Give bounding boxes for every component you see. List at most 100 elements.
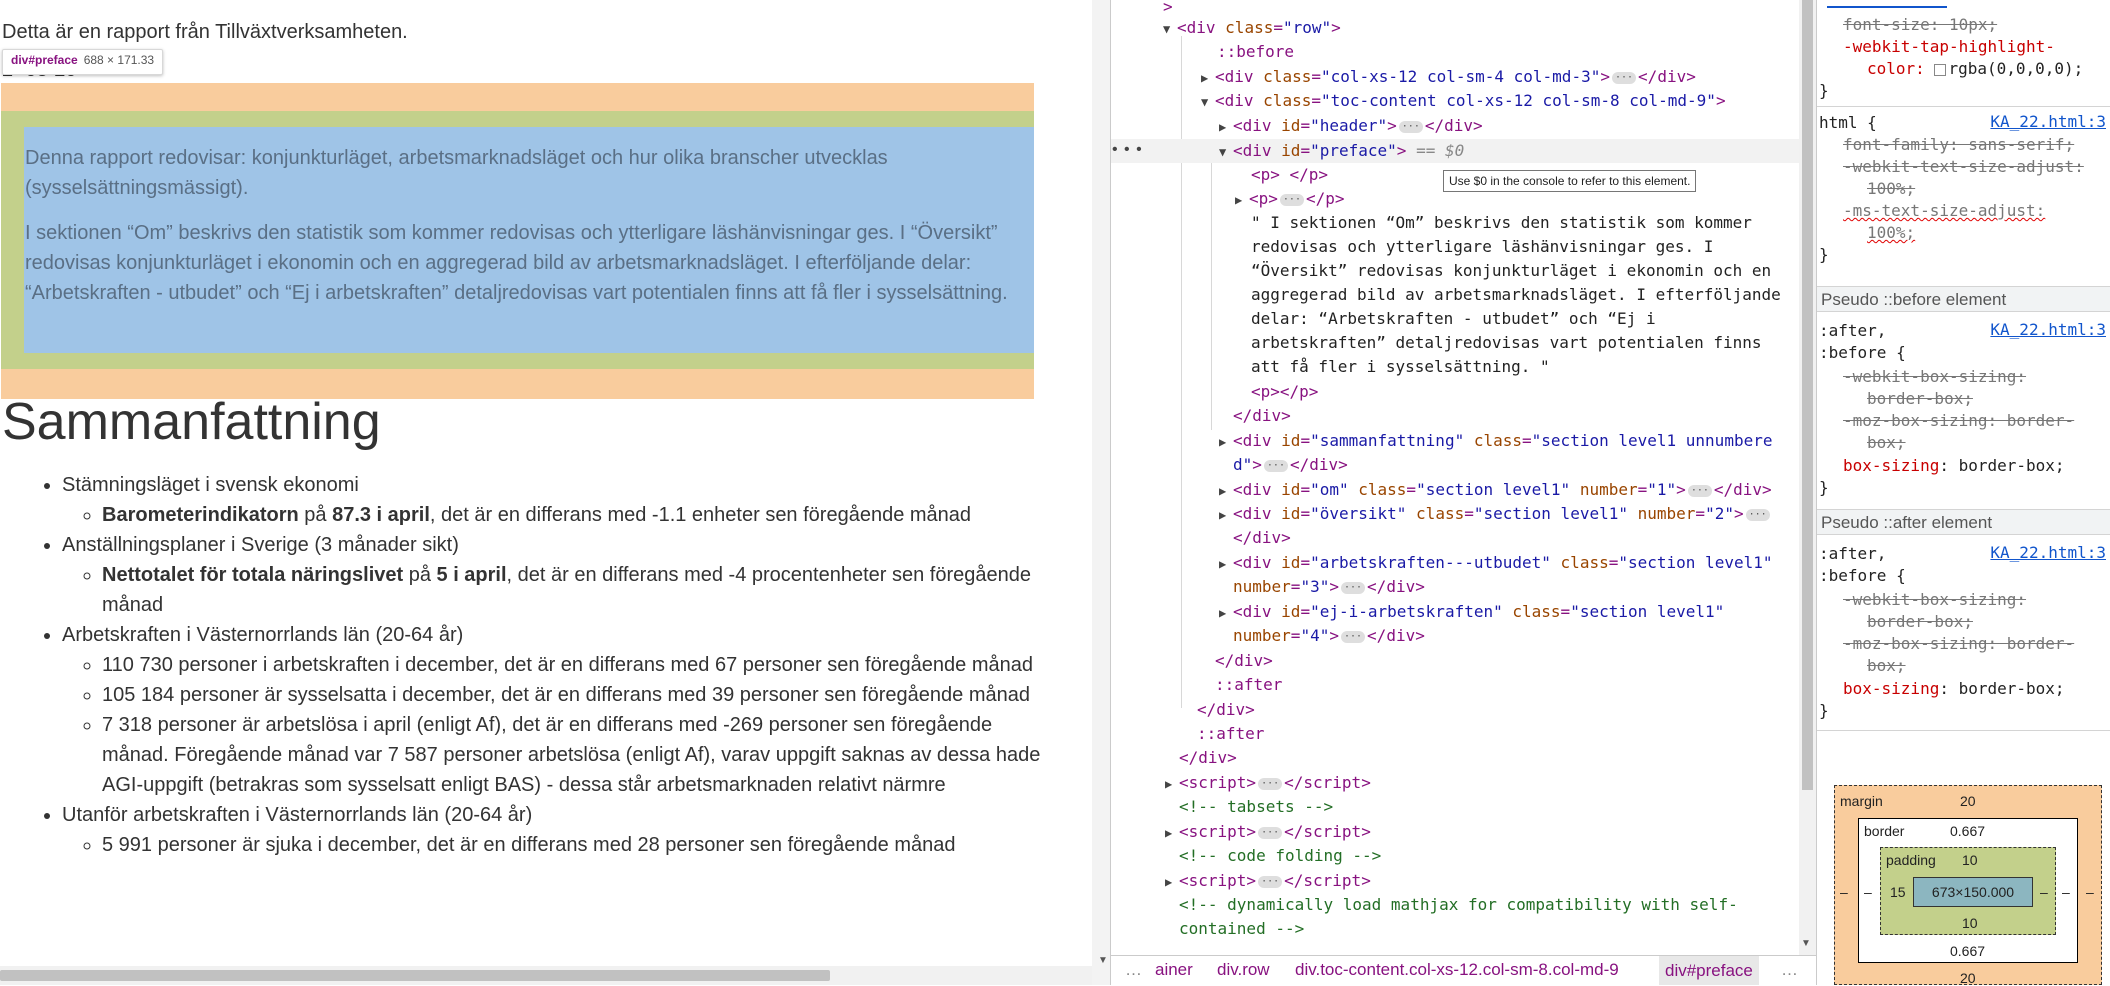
scrollbar-thumb[interactable]	[1802, 0, 1813, 790]
breadcrumb-item[interactable]: div.toc-content.col-xs-12.col-sm-8.col-m…	[1295, 960, 1619, 980]
ellipsis-badge[interactable]: ···	[1340, 630, 1366, 643]
css-declaration[interactable]: -moz-box-sizing: border-	[1843, 410, 2074, 432]
tree-node-arbetskraften-cont[interactable]: number="3"> ··· </div>	[1233, 575, 1425, 599]
ellipsis-badge[interactable]: ···	[1687, 484, 1712, 497]
ellipsis-badge[interactable]: ···	[1340, 581, 1366, 594]
css-declaration[interactable]: -moz-box-sizing: border-	[1843, 633, 2074, 655]
color-swatch-icon[interactable]	[1934, 63, 1947, 76]
ellipsis-badge[interactable]: ···	[1258, 826, 1283, 839]
source-link-fragment[interactable]	[1827, 0, 1947, 8]
css-declaration-invalid[interactable]: -ms-text-size-adjust:	[1843, 200, 2045, 222]
tree-node-before[interactable]: ::before	[1217, 40, 1294, 64]
css-declaration-invalid[interactable]: 100%;	[1867, 222, 1915, 244]
collapse-triangle-icon[interactable]: ▶	[1219, 479, 1233, 503]
text-node-line[interactable]: att få fler i sysselsättning. "	[1251, 355, 1550, 379]
text-node-line[interactable]: “Översikt” redovisas konjunkturläget i e…	[1251, 259, 1771, 283]
tree-node-ej-cont[interactable]: number="4"> ··· </div>	[1233, 624, 1425, 648]
ellipsis-badge[interactable]: ···	[1258, 875, 1283, 888]
collapse-triangle-icon[interactable]: ▶	[1235, 188, 1249, 212]
tree-node-sammanfattning[interactable]: ▶ <div id="sammanfattning" class="section…	[1219, 429, 1772, 453]
collapse-triangle-icon[interactable]: ▶	[1219, 430, 1233, 454]
tree-node-toc[interactable]: ▼ <div class="toc-content col-xs-12 col-s…	[1201, 89, 1726, 113]
collapse-triangle-icon[interactable]: ▶	[1165, 772, 1179, 796]
source-link[interactable]: KA_22.html:3	[1990, 543, 2106, 562]
tree-comment[interactable]: <!-- dynamically load mathjax for compat…	[1179, 893, 1738, 917]
css-declaration[interactable]: color: rgba(0,0,0,0);	[1867, 58, 2083, 80]
css-declaration[interactable]: box-sizing: border-box;	[1843, 455, 2065, 477]
ellipsis-badge[interactable]: ···	[1258, 777, 1283, 790]
tree-node-oversikt[interactable]: ▶ <div id="översikt" class="section level…	[1219, 502, 1772, 526]
css-selector[interactable]: :before {	[1819, 342, 1906, 364]
box-model-margin-right[interactable]: –	[2086, 884, 2094, 900]
tree-node-close[interactable]: </div>	[1215, 649, 1273, 673]
ellipsis-badge[interactable]: ···	[1263, 459, 1288, 472]
css-declaration[interactable]: -webkit-box-sizing:	[1843, 366, 2026, 388]
tree-comment[interactable]: contained -->	[1179, 917, 1304, 941]
css-declaration[interactable]: font-family: sans-serif;	[1843, 134, 2074, 156]
box-model-margin-left[interactable]: –	[1840, 884, 1848, 900]
collapse-triangle-icon[interactable]: ▶	[1219, 601, 1233, 625]
tree-node-close[interactable]: </div>	[1179, 746, 1237, 770]
tree-node-om[interactable]: ▶ <div id="om" class="section level1" num…	[1219, 478, 1772, 502]
collapse-triangle-icon[interactable]: ▶	[1201, 66, 1215, 90]
breadcrumb-item[interactable]: div.row	[1217, 960, 1270, 980]
box-model-margin-top[interactable]: 20	[1960, 793, 1976, 809]
text-node-line[interactable]: " I sektionen “Om” beskrivs den statisti…	[1251, 211, 1752, 235]
tree-node-script[interactable]: ▶ <script> ··· </script>	[1165, 771, 1371, 795]
box-model-padding-top[interactable]: 10	[1962, 852, 1978, 868]
css-declaration[interactable]: border-box;	[1867, 611, 1973, 633]
box-model-margin-bottom[interactable]: 20	[1960, 970, 1976, 986]
tree-node-p[interactable]: <p></p>	[1251, 380, 1318, 404]
breadcrumb-more-icon[interactable]: …	[1781, 960, 1798, 980]
ellipsis-badge[interactable]: ···	[1611, 71, 1637, 84]
tree-node-after[interactable]: ::after	[1215, 673, 1282, 697]
tree-comment[interactable]: <!-- code folding -->	[1179, 844, 1381, 868]
tree-node-header[interactable]: ▶ <div id="header"> ··· </div>	[1219, 114, 1483, 138]
css-declaration[interactable]: box;	[1867, 655, 1906, 677]
scrollbar-thumb[interactable]	[0, 970, 830, 981]
collapse-triangle-icon[interactable]: ▶	[1165, 821, 1179, 845]
collapse-triangle-icon[interactable]: ▶	[1219, 503, 1233, 527]
css-selector[interactable]: :after,	[1819, 543, 1886, 565]
source-link[interactable]: KA_22.html:3	[1990, 320, 2106, 339]
page-horizontal-scrollbar[interactable]	[0, 966, 1092, 985]
css-declaration[interactable]: border-box;	[1867, 388, 1973, 410]
tree-node-close[interactable]: </div>	[1233, 404, 1291, 428]
css-declaration[interactable]: 100%;	[1867, 178, 1915, 200]
collapse-triangle-icon[interactable]: ▶	[1219, 115, 1233, 139]
css-selector[interactable]: :after,	[1819, 320, 1886, 342]
tree-node-sammanfattning-cont[interactable]: d"> ··· </div>	[1233, 453, 1348, 477]
tree-node-arbetskraften[interactable]: ▶ <div id="arbetskraften---utbudet" class…	[1219, 551, 1772, 575]
source-link[interactable]: KA_22.html:3	[1990, 112, 2106, 131]
tree-node-row[interactable]: ▼ <div class="row">	[1163, 16, 1341, 40]
devtools-resizer[interactable]	[1092, 0, 1110, 985]
box-model-border-right[interactable]: –	[2062, 884, 2070, 900]
css-selector[interactable]: html {	[1819, 112, 1877, 134]
tree-node-ej-i-arbetskraften[interactable]: ▶ <div id="ej-i-arbetskraften" class="sec…	[1219, 600, 1724, 624]
css-declaration[interactable]: font-size: 10px;	[1843, 14, 1997, 36]
css-selector[interactable]: :before {	[1819, 565, 1906, 587]
tree-node-close[interactable]: </div>	[1197, 698, 1255, 722]
expand-triangle-icon[interactable]: ▼	[1201, 90, 1215, 114]
breadcrumb-item-active[interactable]: div#preface	[1659, 956, 1759, 985]
box-model-padding-bottom[interactable]: 10	[1962, 915, 1978, 931]
box-model-padding-right[interactable]: –	[2040, 884, 2048, 900]
text-node-line[interactable]: redovisas och ytterligare läshänvisninga…	[1251, 235, 1713, 259]
expand-triangle-icon[interactable]: ▼	[1219, 140, 1233, 164]
scroll-down-arrow-icon[interactable]: ▼	[1098, 955, 1108, 966]
ellipsis-badge[interactable]: ···	[1279, 193, 1304, 206]
box-model-padding-left[interactable]: 15	[1890, 884, 1906, 900]
collapse-triangle-icon[interactable]: ▶	[1165, 870, 1179, 894]
css-declaration[interactable]: -webkit-text-size-adjust:	[1843, 156, 2084, 178]
text-node-line[interactable]: delar: “Arbetskraften - utbudet” och “Ej…	[1251, 307, 1656, 331]
box-model-border-top[interactable]: 0.667	[1950, 823, 1985, 839]
css-declaration[interactable]: -webkit-box-sizing:	[1843, 589, 2026, 611]
css-declaration[interactable]: box;	[1867, 432, 1906, 454]
ellipsis-badge[interactable]: ···	[1398, 120, 1423, 133]
box-model-border-left[interactable]: –	[1864, 884, 1872, 900]
ellipsis-badge[interactable]: ···	[1745, 508, 1770, 521]
tree-comment[interactable]: <!-- tabsets -->	[1179, 795, 1333, 819]
breadcrumb-more-icon[interactable]: …	[1125, 960, 1142, 980]
tree-node-after[interactable]: ::after	[1197, 722, 1264, 746]
css-declaration[interactable]: -webkit-tap-highlight-	[1843, 36, 2055, 58]
